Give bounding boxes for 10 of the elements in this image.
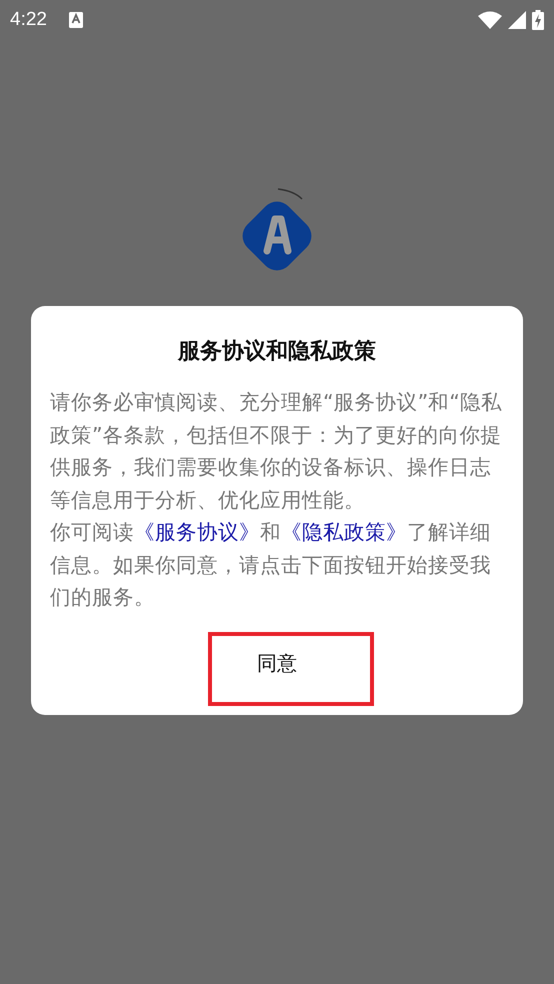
- agree-button[interactable]: 同意: [217, 642, 337, 684]
- dialog-message: 请你务必审慎阅读、充分理解“服务协议”和“隐私政策”各条款，包括但不限于：为了更好的向你提供服务，我们需要收集你的设备标识、操作日志等信息用于分析、优化应用性能。 你可阅读《服务协议》和《隐私政策》了解详细信息。如果你同意，请点击下面按钮开始接受我们的服务。: [50, 389, 503, 611]
- wifi-icon: [478, 11, 502, 29]
- signal-icon: [508, 11, 526, 29]
- agreement-link[interactable]: 《服务协议》: [134, 520, 260, 544]
- battery-charging-icon: [532, 10, 544, 30]
- agreement-link[interactable]: 《隐私政策》: [281, 520, 407, 544]
- status-time: 4:22: [10, 9, 47, 31]
- keyboard-notification-icon: [68, 12, 83, 28]
- dialog-title: 服务协议和隐私政策: [178, 338, 376, 366]
